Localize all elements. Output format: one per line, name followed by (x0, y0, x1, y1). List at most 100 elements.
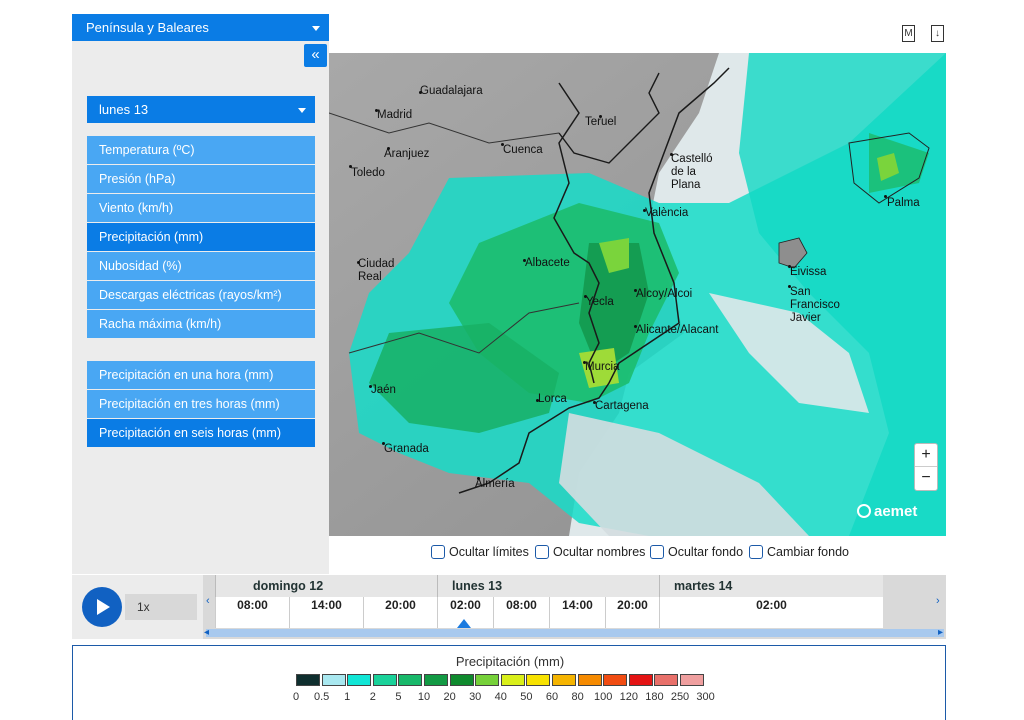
download-icon[interactable]: ↓ (931, 25, 944, 42)
legend-swatch (347, 674, 372, 686)
city-cuenca: Cuenca (503, 144, 543, 156)
zoom-control: + − (914, 443, 938, 491)
menu-item-presion[interactable]: Presión (hPa) (87, 165, 315, 193)
legend-tick-label: 100 (594, 691, 613, 703)
city-toledo: Toledo (351, 167, 385, 179)
legend-swatch (577, 674, 602, 686)
city-san-francisco-javier: San Francisco Javier (790, 286, 840, 325)
menu-item-racha[interactable]: Racha máxima (km/h) (87, 310, 315, 338)
city-yecla: Yecla (586, 296, 614, 308)
precipitation-map[interactable]: Guadalajara Madrid Teruel Cuenca Aranjue… (329, 53, 946, 536)
zoom-out-button[interactable]: − (915, 467, 937, 490)
city-eivissa: Eivissa (790, 266, 827, 278)
legend-swatch (526, 674, 551, 686)
region-dropdown[interactable]: Península y Baleares (72, 14, 329, 41)
hour-slot[interactable]: 14:00 (549, 597, 605, 628)
scroll-right-icon[interactable]: ▸ (938, 627, 943, 638)
menu-item-temperatura[interactable]: Temperatura (ºC) (87, 136, 315, 164)
hour-slot[interactable]: 14:00 (289, 597, 363, 628)
city-lorca: Lorca (538, 393, 567, 405)
timeline-next-icon[interactable]: › (936, 595, 940, 607)
timeline-scrollbar[interactable] (206, 629, 944, 637)
legend-tick-label: 20 (443, 691, 456, 703)
speed-control[interactable]: 1x ▶▶ (125, 594, 244, 620)
legend-tick-label: 300 (696, 691, 715, 703)
city-jaen: Jaén (371, 384, 396, 396)
chevron-down-icon (298, 108, 306, 113)
city-almeria: Almería (475, 478, 515, 490)
hour-slot[interactable]: 20:00 (363, 597, 437, 628)
checkbox[interactable] (650, 545, 664, 559)
legend-tick-label: 0.5 (313, 691, 330, 703)
menu-item-precip-1h[interactable]: Precipitación en una hora (mm) (87, 361, 315, 389)
timeline: 1x ▶▶ ‹ domingo 12 lunes 13 martes 14 08… (72, 575, 946, 639)
legend-tick-label: 1 (344, 691, 351, 703)
hour-slot[interactable]: 08:00 (215, 597, 289, 628)
option-ocultar-limites[interactable]: Ocultar límites (431, 545, 529, 563)
city-albacete: Albacete (525, 257, 570, 269)
aemet-logo-icon (857, 504, 871, 518)
legend-tick-label: 40 (494, 691, 507, 703)
day-dropdown[interactable]: lunes 13 (87, 96, 315, 123)
legend-swatch (500, 674, 525, 686)
scroll-left-icon[interactable]: ◂ (204, 627, 209, 638)
aemet-logo-text: aemet (874, 503, 918, 520)
timeline-track: ‹ domingo 12 lunes 13 martes 14 08:00 14… (203, 575, 946, 639)
city-cartagena: Cartagena (595, 400, 649, 412)
checkbox[interactable] (749, 545, 763, 559)
city-alcoy: Alcoy/Alcoi (636, 288, 693, 300)
speed-label: 1x (137, 600, 150, 614)
map-mode-icon[interactable]: M (902, 25, 915, 42)
legend-swatch (654, 674, 679, 686)
legend-swatch (603, 674, 628, 686)
day-dropdown-label: lunes 13 (99, 102, 149, 117)
hour-slot[interactable]: 02:00 (659, 597, 883, 628)
menu-item-precipitacion[interactable]: Precipitación (mm) (87, 223, 315, 251)
menu-item-viento[interactable]: Viento (km/h) (87, 194, 315, 222)
city-valencia: València (645, 207, 689, 219)
legend-swatch (424, 674, 448, 686)
side-panel: Península y Baleares « lunes 13 Temperat… (72, 14, 329, 574)
legend-title: Precipitación (mm) (455, 654, 565, 669)
city-ciudad-real: Ciudad Real (358, 258, 395, 284)
chevron-down-icon (312, 26, 320, 31)
menu-item-precip-3h[interactable]: Precipitación en tres horas (mm) (87, 390, 315, 418)
legend-tick-label: 250 (670, 691, 690, 703)
legend-tick-label: 2 (369, 691, 376, 703)
option-ocultar-nombres[interactable]: Ocultar nombres (535, 545, 645, 563)
page: Península y Baleares « lunes 13 Temperat… (0, 0, 1024, 720)
hour-slot[interactable]: 20:00 (605, 597, 659, 628)
legend-tick-label: 80 (571, 691, 584, 703)
zoom-in-button[interactable]: + (915, 444, 937, 467)
option-label: Ocultar nombres (553, 545, 646, 559)
checkbox[interactable] (535, 545, 549, 559)
hour-slot[interactable]: 08:00 (493, 597, 549, 628)
legend-swatch (321, 674, 346, 686)
city-aranjuez: Aranjuez (384, 148, 430, 160)
city-guadalajara: Guadalajara (420, 85, 483, 97)
city-castello: Castelló de la Plana (671, 153, 713, 192)
legend-tick-label: 5 (395, 691, 402, 703)
day-row: domingo 12 lunes 13 martes 14 (215, 575, 883, 597)
play-button[interactable] (82, 587, 122, 627)
checkbox[interactable] (431, 545, 445, 559)
hour-row: 08:00 14:00 20:00 02:00 08:00 14:00 20:0… (215, 597, 883, 628)
menu-item-nubosidad[interactable]: Nubosidad (%) (87, 252, 315, 280)
legend-swatch (680, 674, 704, 686)
legend-tick-label: 10 (417, 691, 431, 703)
day-label: martes 14 (659, 575, 883, 597)
menu-item-descargas[interactable]: Descargas eléctricas (rayos/km²) (87, 281, 315, 309)
timeline-prev-icon[interactable]: ‹ (206, 595, 210, 607)
option-ocultar-fondo[interactable]: Ocultar fondo (650, 545, 743, 563)
menu-item-precip-6h[interactable]: Precipitación en seis horas (mm) (87, 419, 315, 447)
day-label: domingo 12 (215, 575, 437, 597)
collapse-panel-button[interactable]: « (304, 44, 327, 67)
option-label: Ocultar límites (449, 545, 529, 559)
option-label: Ocultar fondo (668, 545, 744, 559)
city-alicante: Alicante/Alacant (636, 324, 719, 336)
city-madrid: Madrid (377, 109, 413, 121)
option-cambiar-fondo[interactable]: Cambiar fondo (749, 545, 849, 563)
city-teruel: Teruel (585, 116, 617, 128)
legend-tick-label: 0 (292, 691, 300, 703)
city-granada: Granada (384, 443, 429, 455)
